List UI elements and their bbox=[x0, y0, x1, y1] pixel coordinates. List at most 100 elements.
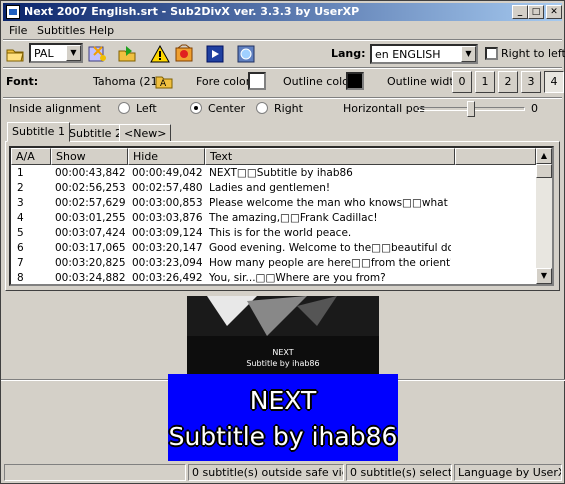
cell-text: Ladies and gentlemen! bbox=[209, 182, 331, 194]
cell-hide: 00:03:03,876 bbox=[132, 212, 203, 224]
cell-aa: 3 bbox=[17, 197, 24, 209]
preview-small-line-1: NEXT bbox=[272, 348, 294, 357]
preview-line-1: NEXT bbox=[249, 386, 317, 415]
table-row[interactable]: 7 00:03:20,825 00:03:23,094 How many people… bbox=[11, 256, 536, 271]
font-separator bbox=[3, 97, 562, 99]
cell-show: 00:03:07,424 bbox=[55, 227, 126, 239]
table-scrollbar[interactable]: ▲ ▼ bbox=[536, 148, 552, 284]
cell-show: 00:03:20,825 bbox=[55, 257, 126, 269]
cell-text: NEXT□□Subtitle by ihab86 bbox=[209, 167, 353, 179]
title-bar[interactable]: Next 2007 English.srt - Sub2DivX ver. 3.… bbox=[3, 3, 562, 21]
cell-text: You, sir...□□Where are you from? bbox=[209, 272, 386, 284]
cell-text: The amazing,□□Frank Cadillac! bbox=[209, 212, 378, 224]
open-folder-icon[interactable] bbox=[4, 43, 26, 65]
outline-width-2[interactable]: 2 bbox=[498, 71, 518, 93]
export-icon[interactable] bbox=[116, 43, 138, 65]
column-filler bbox=[455, 148, 536, 165]
cell-hide: 00:00:49,042 bbox=[132, 167, 203, 179]
scroll-up-icon[interactable]: ▲ bbox=[536, 148, 552, 164]
alignment-label: Inside alignment bbox=[9, 102, 101, 115]
fore-color-swatch[interactable] bbox=[248, 72, 266, 90]
tab-subtitle-2[interactable]: Subtitle 2 bbox=[64, 124, 127, 142]
cell-show: 00:03:01,255 bbox=[55, 212, 126, 224]
fix-icon[interactable] bbox=[173, 43, 195, 65]
outline-width-4[interactable]: 4 bbox=[544, 71, 564, 93]
maximize-button[interactable]: □ bbox=[528, 5, 544, 19]
lang-select[interactable]: en ENGLISH ▼ bbox=[370, 44, 478, 64]
table-row[interactable]: 5 00:03:07,424 00:03:09,124 This is for the… bbox=[11, 226, 536, 241]
web-icon[interactable] bbox=[235, 43, 257, 65]
table-row[interactable]: 8 00:03:24,882 00:03:26,492 You, sir...□□Wh… bbox=[11, 271, 536, 284]
cell-show: 00:03:24,882 bbox=[55, 272, 126, 284]
movie-icon[interactable] bbox=[204, 43, 226, 65]
video-preview: NEXT Subtitle by ihab86 bbox=[187, 296, 379, 374]
column-aa[interactable]: A/A bbox=[11, 148, 51, 165]
menu-help[interactable]: Help bbox=[89, 24, 114, 37]
lang-label: Lang: bbox=[331, 47, 366, 60]
menu-subtitles[interactable]: Subtitles bbox=[37, 24, 85, 37]
outline-color-swatch[interactable] bbox=[346, 72, 364, 90]
toolbar-separator bbox=[3, 67, 562, 69]
menu-bar: File Subtitles Help bbox=[3, 22, 562, 40]
cell-hide: 00:03:23,094 bbox=[132, 257, 203, 269]
cell-hide: 00:02:57,480 bbox=[132, 182, 203, 194]
tab-subtitle-1[interactable]: Subtitle 1 bbox=[7, 122, 70, 142]
framerate-select[interactable]: PAL ▼ bbox=[29, 43, 83, 63]
subtitle-preview: NEXT Subtitle by ihab86 bbox=[168, 374, 398, 461]
lang-value: en ENGLISH bbox=[375, 48, 441, 61]
cell-aa: 5 bbox=[17, 227, 24, 239]
svg-text:A: A bbox=[160, 79, 167, 89]
table-row[interactable]: 4 00:03:01,255 00:03:03,876 The amazing,□□F… bbox=[11, 211, 536, 226]
scroll-down-icon[interactable]: ▼ bbox=[536, 268, 552, 284]
align-left-radio[interactable] bbox=[118, 102, 130, 114]
cell-text: Please welcome the man who knows□□what y… bbox=[209, 197, 451, 209]
hpos-slider-thumb[interactable] bbox=[467, 101, 475, 117]
cell-aa: 2 bbox=[17, 182, 24, 194]
tab-new[interactable]: <New> bbox=[119, 124, 172, 142]
font-value: Tahoma (21) bbox=[93, 75, 162, 88]
outline-width-0[interactable]: 0 bbox=[452, 71, 472, 93]
column-text[interactable]: Text bbox=[205, 148, 455, 165]
framerate-value: PAL bbox=[34, 47, 54, 60]
cell-text: This is for the world peace. bbox=[209, 227, 352, 239]
scroll-thumb[interactable] bbox=[536, 164, 552, 178]
cell-hide: 00:03:09,124 bbox=[132, 227, 203, 239]
warning-icon[interactable] bbox=[149, 43, 171, 65]
align-center-radio[interactable] bbox=[190, 102, 202, 114]
cell-hide: 00:03:26,492 bbox=[132, 272, 203, 284]
fore-color-label: Fore color: bbox=[196, 75, 254, 88]
column-hide[interactable]: Hide bbox=[128, 148, 205, 165]
hpos-value: 0 bbox=[531, 102, 538, 115]
table-row[interactable]: 1 00:00:43,842 00:00:49,042 NEXT□□Subtitle … bbox=[11, 166, 536, 181]
status-language: Language by UserXP bbox=[454, 464, 562, 481]
chevron-down-icon[interactable]: ▼ bbox=[66, 45, 81, 61]
subtitle-table[interactable]: A/A Show Hide Text 1 00:00:43,842 00:00:49… bbox=[9, 146, 554, 286]
rtl-checkbox[interactable] bbox=[485, 47, 498, 60]
save-as-icon[interactable] bbox=[86, 43, 108, 65]
table-header: A/A Show Hide Text bbox=[11, 148, 536, 165]
status-panel-1 bbox=[4, 464, 186, 481]
align-right-radio[interactable] bbox=[256, 102, 268, 114]
cell-aa: 4 bbox=[17, 212, 24, 224]
app-icon[interactable] bbox=[6, 5, 20, 19]
outline-width-1[interactable]: 1 bbox=[475, 71, 495, 93]
cell-show: 00:00:43,842 bbox=[55, 167, 126, 179]
table-row[interactable]: 6 00:03:17,065 00:03:20,147 Good evening. W… bbox=[11, 241, 536, 256]
outline-width-3[interactable]: 3 bbox=[521, 71, 541, 93]
cell-text: Good evening. Welcome to the□□beautiful … bbox=[209, 242, 451, 254]
table-row[interactable]: 2 00:02:56,253 00:02:57,480 Ladies and gent… bbox=[11, 181, 536, 196]
cell-show: 00:03:17,065 bbox=[55, 242, 126, 254]
chevron-down-icon[interactable]: ▼ bbox=[461, 46, 476, 62]
minimize-button[interactable]: _ bbox=[512, 5, 528, 19]
app-window: Next 2007 English.srt - Sub2DivX ver. 3.… bbox=[0, 0, 565, 484]
table-row[interactable]: 3 00:02:57,629 00:03:00,853 Please welcome … bbox=[11, 196, 536, 211]
status-outside-safe: 0 subtitle(s) outside safe viewing bbox=[188, 464, 344, 481]
close-button[interactable]: ✕ bbox=[546, 5, 562, 19]
column-show[interactable]: Show bbox=[51, 148, 128, 165]
font-picker-icon[interactable]: A bbox=[154, 71, 174, 91]
align-left-label: Left bbox=[136, 102, 157, 115]
cell-show: 00:02:56,253 bbox=[55, 182, 126, 194]
menu-file[interactable]: File bbox=[9, 24, 27, 37]
font-label: Font: bbox=[6, 75, 39, 88]
cell-hide: 00:03:00,853 bbox=[132, 197, 203, 209]
